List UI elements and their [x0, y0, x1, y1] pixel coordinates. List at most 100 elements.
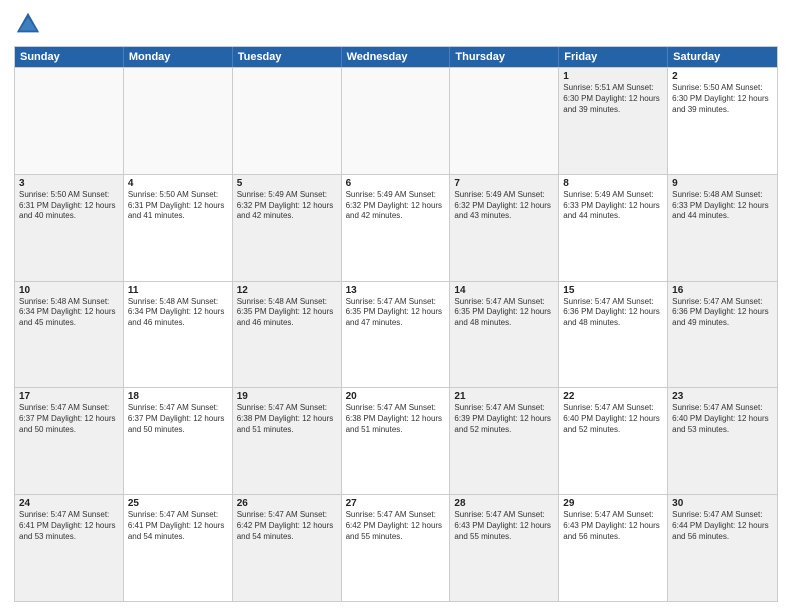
day-info: Sunrise: 5:47 AM Sunset: 6:37 PM Dayligh…: [19, 403, 119, 435]
day-cell-11: 11Sunrise: 5:48 AM Sunset: 6:34 PM Dayli…: [124, 282, 233, 388]
weekday-header-monday: Monday: [124, 47, 233, 67]
day-cell-26: 26Sunrise: 5:47 AM Sunset: 6:42 PM Dayli…: [233, 495, 342, 601]
day-info: Sunrise: 5:48 AM Sunset: 6:35 PM Dayligh…: [237, 297, 337, 329]
page: SundayMondayTuesdayWednesdayThursdayFrid…: [0, 0, 792, 612]
day-cell-12: 12Sunrise: 5:48 AM Sunset: 6:35 PM Dayli…: [233, 282, 342, 388]
day-cell-3: 3Sunrise: 5:50 AM Sunset: 6:31 PM Daylig…: [15, 175, 124, 281]
day-cell-4: 4Sunrise: 5:50 AM Sunset: 6:31 PM Daylig…: [124, 175, 233, 281]
day-cell-10: 10Sunrise: 5:48 AM Sunset: 6:34 PM Dayli…: [15, 282, 124, 388]
weekday-header-wednesday: Wednesday: [342, 47, 451, 67]
empty-cell-0-2: [233, 68, 342, 174]
day-info: Sunrise: 5:47 AM Sunset: 6:36 PM Dayligh…: [563, 297, 663, 329]
day-cell-13: 13Sunrise: 5:47 AM Sunset: 6:35 PM Dayli…: [342, 282, 451, 388]
day-info: Sunrise: 5:48 AM Sunset: 6:34 PM Dayligh…: [19, 297, 119, 329]
day-info: Sunrise: 5:50 AM Sunset: 6:31 PM Dayligh…: [19, 190, 119, 222]
day-number: 5: [237, 178, 337, 189]
weekday-header-thursday: Thursday: [450, 47, 559, 67]
day-info: Sunrise: 5:47 AM Sunset: 6:39 PM Dayligh…: [454, 403, 554, 435]
day-number: 11: [128, 285, 228, 296]
calendar-row-3: 17Sunrise: 5:47 AM Sunset: 6:37 PM Dayli…: [15, 387, 777, 494]
day-number: 30: [672, 498, 773, 509]
day-cell-20: 20Sunrise: 5:47 AM Sunset: 6:38 PM Dayli…: [342, 388, 451, 494]
day-number: 6: [346, 178, 446, 189]
day-number: 29: [563, 498, 663, 509]
day-cell-19: 19Sunrise: 5:47 AM Sunset: 6:38 PM Dayli…: [233, 388, 342, 494]
calendar: SundayMondayTuesdayWednesdayThursdayFrid…: [14, 46, 778, 602]
day-number: 21: [454, 391, 554, 402]
day-info: Sunrise: 5:47 AM Sunset: 6:41 PM Dayligh…: [19, 510, 119, 542]
day-number: 4: [128, 178, 228, 189]
day-cell-21: 21Sunrise: 5:47 AM Sunset: 6:39 PM Dayli…: [450, 388, 559, 494]
day-number: 3: [19, 178, 119, 189]
day-info: Sunrise: 5:47 AM Sunset: 6:40 PM Dayligh…: [672, 403, 773, 435]
calendar-header: SundayMondayTuesdayWednesdayThursdayFrid…: [15, 47, 777, 67]
day-cell-7: 7Sunrise: 5:49 AM Sunset: 6:32 PM Daylig…: [450, 175, 559, 281]
day-cell-15: 15Sunrise: 5:47 AM Sunset: 6:36 PM Dayli…: [559, 282, 668, 388]
day-info: Sunrise: 5:47 AM Sunset: 6:40 PM Dayligh…: [563, 403, 663, 435]
day-info: Sunrise: 5:47 AM Sunset: 6:42 PM Dayligh…: [346, 510, 446, 542]
day-info: Sunrise: 5:49 AM Sunset: 6:32 PM Dayligh…: [237, 190, 337, 222]
day-info: Sunrise: 5:49 AM Sunset: 6:32 PM Dayligh…: [454, 190, 554, 222]
day-number: 13: [346, 285, 446, 296]
day-number: 10: [19, 285, 119, 296]
day-info: Sunrise: 5:47 AM Sunset: 6:43 PM Dayligh…: [454, 510, 554, 542]
day-info: Sunrise: 5:47 AM Sunset: 6:44 PM Dayligh…: [672, 510, 773, 542]
day-number: 12: [237, 285, 337, 296]
day-cell-14: 14Sunrise: 5:47 AM Sunset: 6:35 PM Dayli…: [450, 282, 559, 388]
day-cell-22: 22Sunrise: 5:47 AM Sunset: 6:40 PM Dayli…: [559, 388, 668, 494]
day-number: 23: [672, 391, 773, 402]
header: [14, 10, 778, 38]
logo-icon: [14, 10, 42, 38]
calendar-row-1: 3Sunrise: 5:50 AM Sunset: 6:31 PM Daylig…: [15, 174, 777, 281]
day-info: Sunrise: 5:48 AM Sunset: 6:34 PM Dayligh…: [128, 297, 228, 329]
day-cell-27: 27Sunrise: 5:47 AM Sunset: 6:42 PM Dayli…: [342, 495, 451, 601]
logo: [14, 10, 46, 38]
day-info: Sunrise: 5:47 AM Sunset: 6:37 PM Dayligh…: [128, 403, 228, 435]
day-number: 27: [346, 498, 446, 509]
day-number: 20: [346, 391, 446, 402]
day-cell-30: 30Sunrise: 5:47 AM Sunset: 6:44 PM Dayli…: [668, 495, 777, 601]
day-cell-16: 16Sunrise: 5:47 AM Sunset: 6:36 PM Dayli…: [668, 282, 777, 388]
day-number: 18: [128, 391, 228, 402]
weekday-header-friday: Friday: [559, 47, 668, 67]
day-cell-5: 5Sunrise: 5:49 AM Sunset: 6:32 PM Daylig…: [233, 175, 342, 281]
day-number: 16: [672, 285, 773, 296]
day-info: Sunrise: 5:47 AM Sunset: 6:38 PM Dayligh…: [346, 403, 446, 435]
calendar-body: 1Sunrise: 5:51 AM Sunset: 6:30 PM Daylig…: [15, 67, 777, 601]
day-number: 24: [19, 498, 119, 509]
day-cell-8: 8Sunrise: 5:49 AM Sunset: 6:33 PM Daylig…: [559, 175, 668, 281]
day-info: Sunrise: 5:50 AM Sunset: 6:31 PM Dayligh…: [128, 190, 228, 222]
calendar-row-0: 1Sunrise: 5:51 AM Sunset: 6:30 PM Daylig…: [15, 67, 777, 174]
day-number: 26: [237, 498, 337, 509]
calendar-row-4: 24Sunrise: 5:47 AM Sunset: 6:41 PM Dayli…: [15, 494, 777, 601]
day-cell-23: 23Sunrise: 5:47 AM Sunset: 6:40 PM Dayli…: [668, 388, 777, 494]
day-info: Sunrise: 5:49 AM Sunset: 6:33 PM Dayligh…: [563, 190, 663, 222]
day-number: 17: [19, 391, 119, 402]
day-info: Sunrise: 5:47 AM Sunset: 6:43 PM Dayligh…: [563, 510, 663, 542]
day-info: Sunrise: 5:48 AM Sunset: 6:33 PM Dayligh…: [672, 190, 773, 222]
day-number: 14: [454, 285, 554, 296]
day-info: Sunrise: 5:47 AM Sunset: 6:42 PM Dayligh…: [237, 510, 337, 542]
day-number: 7: [454, 178, 554, 189]
day-number: 28: [454, 498, 554, 509]
day-number: 8: [563, 178, 663, 189]
day-info: Sunrise: 5:50 AM Sunset: 6:30 PM Dayligh…: [672, 83, 773, 115]
weekday-header-sunday: Sunday: [15, 47, 124, 67]
weekday-header-saturday: Saturday: [668, 47, 777, 67]
empty-cell-0-3: [342, 68, 451, 174]
day-number: 25: [128, 498, 228, 509]
day-info: Sunrise: 5:47 AM Sunset: 6:38 PM Dayligh…: [237, 403, 337, 435]
day-info: Sunrise: 5:47 AM Sunset: 6:35 PM Dayligh…: [346, 297, 446, 329]
day-cell-1: 1Sunrise: 5:51 AM Sunset: 6:30 PM Daylig…: [559, 68, 668, 174]
day-cell-9: 9Sunrise: 5:48 AM Sunset: 6:33 PM Daylig…: [668, 175, 777, 281]
calendar-row-2: 10Sunrise: 5:48 AM Sunset: 6:34 PM Dayli…: [15, 281, 777, 388]
day-info: Sunrise: 5:51 AM Sunset: 6:30 PM Dayligh…: [563, 83, 663, 115]
day-cell-29: 29Sunrise: 5:47 AM Sunset: 6:43 PM Dayli…: [559, 495, 668, 601]
day-cell-18: 18Sunrise: 5:47 AM Sunset: 6:37 PM Dayli…: [124, 388, 233, 494]
day-info: Sunrise: 5:47 AM Sunset: 6:36 PM Dayligh…: [672, 297, 773, 329]
day-number: 15: [563, 285, 663, 296]
day-cell-28: 28Sunrise: 5:47 AM Sunset: 6:43 PM Dayli…: [450, 495, 559, 601]
day-cell-24: 24Sunrise: 5:47 AM Sunset: 6:41 PM Dayli…: [15, 495, 124, 601]
day-cell-17: 17Sunrise: 5:47 AM Sunset: 6:37 PM Dayli…: [15, 388, 124, 494]
empty-cell-0-4: [450, 68, 559, 174]
